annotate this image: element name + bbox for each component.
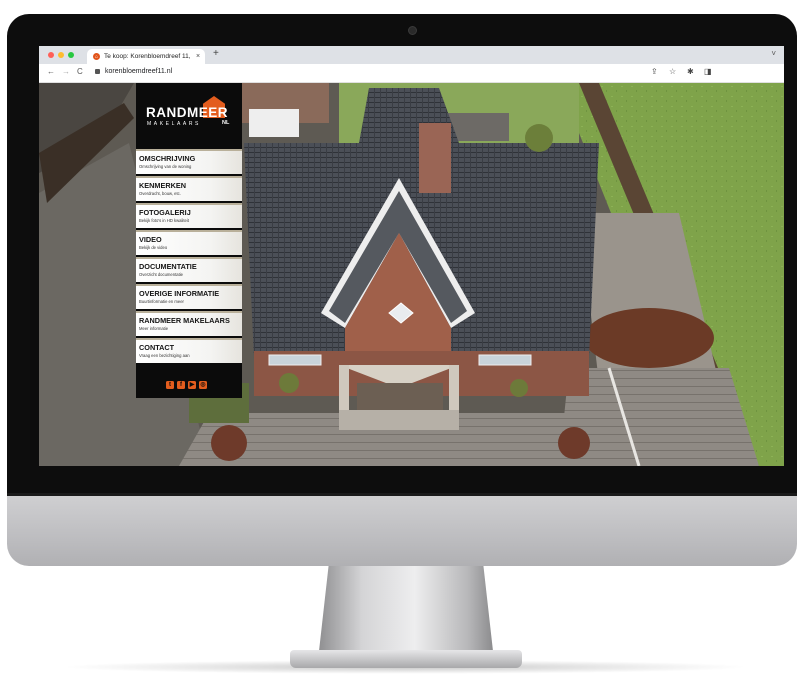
site-logo[interactable]: RANDMEER MAKELAARS NL	[136, 83, 242, 145]
bookmark-star-icon[interactable]: ☆	[669, 67, 676, 76]
close-window-button[interactable]	[48, 52, 54, 58]
main-menu: OMSCHRIJVING Omschrijving van de woning …	[136, 149, 242, 365]
share-icon[interactable]: ⇪	[651, 67, 658, 76]
tab-close-icon[interactable]: ×	[196, 53, 200, 60]
menu-item-video[interactable]: VIDEO Bekijk de video	[136, 230, 242, 255]
logo-subtitle: MAKELAARS	[147, 121, 201, 127]
menu-item-subtitle: Overzicht documentatie	[139, 272, 183, 277]
browser-tab[interactable]: ⌂ Te koop: Korenbloemdreef 11, … ×	[87, 49, 205, 64]
facebook-icon[interactable]: f	[177, 381, 185, 389]
monitor-edge	[7, 493, 797, 496]
menu-item-title: RANDMEER MAKELAARS	[139, 316, 230, 325]
monitor-foot	[290, 650, 522, 668]
menu-item-omschrijving[interactable]: OMSCHRIJVING Omschrijving van de woning	[136, 149, 242, 174]
menu-item-subtitle: Omschrijving van de woning	[139, 164, 192, 169]
menu-item-subtitle: Bekijk foto's in HD kwaliteit	[139, 218, 189, 223]
lock-icon[interactable]	[95, 69, 100, 74]
site-sidebar: RANDMEER MAKELAARS NL OMSCHRIJVING Omsch…	[136, 83, 242, 398]
tab-title: Te koop: Korenbloemdreef 11, …	[104, 53, 192, 60]
menu-item-overige-informatie[interactable]: OVERIGE INFORMATIE Buurtinformatie en me…	[136, 284, 242, 309]
social-links: t f ▶ ◎	[166, 381, 207, 389]
web-page: RANDMEER MAKELAARS NL OMSCHRIJVING Omsch…	[39, 83, 784, 466]
menu-item-subtitle: Buurtinformatie en meer	[139, 299, 184, 304]
address-toolbar: ← → C korenbloemdreef11.nl ⇪ ☆ ✱ ◨	[39, 64, 784, 83]
camera-icon	[408, 26, 417, 35]
menu-item-subtitle: Vraag een bezichtiging aan	[139, 353, 190, 358]
menu-item-title: VIDEO	[139, 235, 162, 244]
tab-bar: ⌂ Te koop: Korenbloemdreef 11, … × + ˅	[39, 46, 784, 64]
menu-item-title: DOCUMENTATIE	[139, 262, 197, 271]
instagram-icon[interactable]: ◎	[199, 381, 207, 389]
menu-item-subtitle: Meer informatie	[139, 326, 169, 331]
monitor-chin	[7, 496, 797, 566]
forward-button[interactable]: →	[62, 67, 70, 76]
menu-item-randmeer-makelaars[interactable]: RANDMEER MAKELAARS Meer informatie	[136, 311, 242, 336]
browser-window: ⌂ Te koop: Korenbloemdreef 11, … × + ˅ ←…	[39, 46, 784, 466]
logo-suffix: NL	[222, 120, 230, 126]
monitor-stand	[318, 566, 494, 660]
reload-button[interactable]: C	[77, 67, 83, 76]
menu-item-documentatie[interactable]: DOCUMENTATIE Overzicht documentatie	[136, 257, 242, 282]
menu-item-fotogalerij[interactable]: FOTOGALERIJ Bekijk foto's in HD kwalitei…	[136, 203, 242, 228]
menu-item-contact[interactable]: CONTACT Vraag een bezichtiging aan	[136, 338, 242, 363]
youtube-icon[interactable]: ▶	[188, 381, 196, 389]
logo-name: RANDMEER	[146, 105, 229, 120]
maximize-window-button[interactable]	[68, 52, 74, 58]
menu-item-title: KENMERKEN	[139, 181, 187, 190]
menu-item-title: OMSCHRIJVING	[139, 154, 196, 163]
menu-item-subtitle: Overdracht, bouw, etc.	[139, 191, 181, 196]
menu-item-title: FOTOGALERIJ	[139, 208, 191, 217]
twitter-icon[interactable]: t	[166, 381, 174, 389]
extensions-icon[interactable]: ✱	[687, 67, 694, 76]
sidebar-panel-icon[interactable]: ◨	[704, 67, 712, 76]
site-favicon-icon: ⌂	[93, 53, 100, 60]
menu-item-title: OVERIGE INFORMATIE	[139, 289, 220, 298]
back-button[interactable]: ←	[47, 67, 55, 76]
tab-search-icon[interactable]: ˅	[771, 49, 776, 58]
menu-item-subtitle: Bekijk de video	[139, 245, 168, 250]
menu-item-kenmerken[interactable]: KENMERKEN Overdracht, bouw, etc.	[136, 176, 242, 201]
minimize-window-button[interactable]	[58, 52, 64, 58]
address-bar[interactable]: korenbloemdreef11.nl	[105, 68, 172, 75]
menu-item-title: CONTACT	[139, 343, 175, 352]
new-tab-button[interactable]: +	[213, 48, 219, 59]
